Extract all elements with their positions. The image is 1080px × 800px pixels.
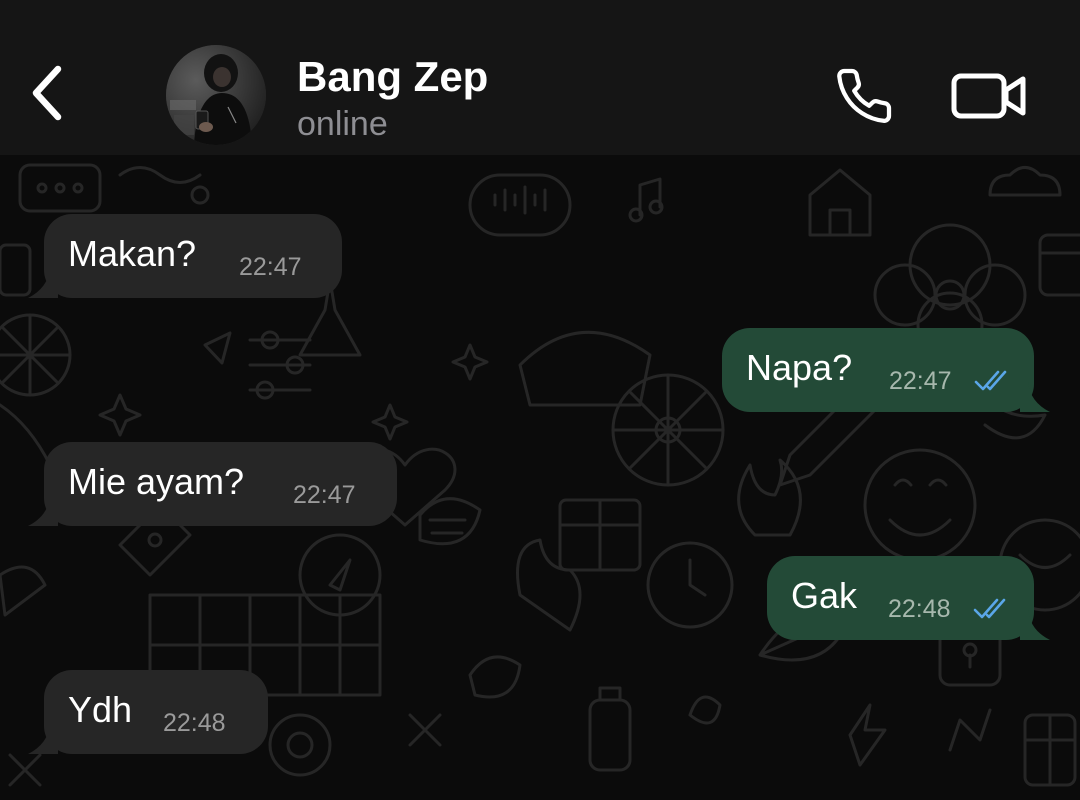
message-time: 22:48: [163, 709, 226, 737]
message-bubble-incoming[interactable]: Ydh 22:48: [28, 670, 268, 754]
message-text: Gak: [791, 575, 858, 616]
contact-status: online: [297, 105, 388, 143]
message-bubble-outgoing[interactable]: Napa? 22:47: [722, 328, 1050, 412]
back-button[interactable]: [18, 58, 74, 128]
message-text: Mie ayam?: [68, 461, 245, 502]
message-text: Ydh: [68, 689, 133, 730]
message-bubble-outgoing[interactable]: Gak 22:48: [767, 556, 1050, 640]
chat-messages-area[interactable]: Makan? 22:47 Napa? 22:47 Mie ayam? 22:47…: [0, 155, 1080, 800]
message-time: 22:47: [293, 481, 356, 509]
bubble-tail: [28, 268, 58, 298]
message-time: 22:48: [888, 595, 951, 623]
chat-header: Bang Zep online: [0, 0, 1080, 155]
avatar[interactable]: [166, 45, 266, 145]
contact-name[interactable]: Bang Zep: [297, 52, 488, 102]
bubble-tail: [28, 724, 58, 754]
message-text: Napa?: [746, 347, 853, 388]
message-time: 22:47: [889, 367, 952, 395]
message-bubble-incoming[interactable]: Makan? 22:47: [28, 214, 342, 298]
message-time: 22:47: [239, 253, 302, 281]
voice-call-button[interactable]: [830, 62, 898, 130]
bubble-tail: [1020, 382, 1050, 412]
read-receipt-icon: [973, 598, 1006, 619]
bubble-tail: [1020, 610, 1050, 640]
contact-photo: [166, 45, 266, 145]
bubble-tail: [28, 496, 58, 526]
phone-icon: [837, 68, 892, 123]
video-call-button[interactable]: [948, 66, 1030, 126]
message-bubble-incoming[interactable]: Mie ayam? 22:47: [28, 442, 397, 526]
chevron-left-icon: [32, 65, 62, 121]
message-text: Makan?: [68, 233, 197, 274]
read-receipt-icon: [974, 370, 1007, 391]
video-camera-icon: [951, 73, 1026, 119]
